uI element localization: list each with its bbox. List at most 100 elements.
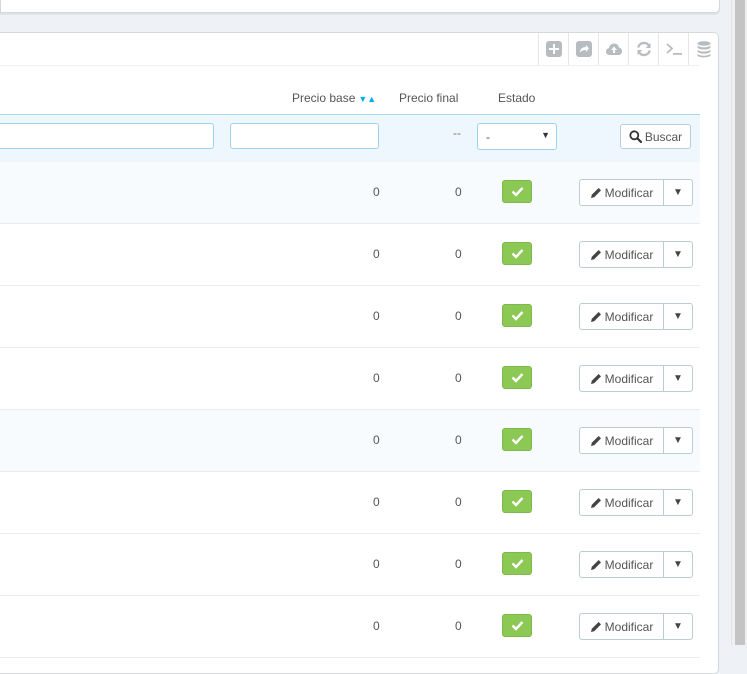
actions-dropdown-button[interactable]: ▼ (664, 428, 692, 453)
caret-down-icon: ▼ (673, 621, 683, 632)
table-header: Precio base ▼▲ Precio final Estado (0, 65, 700, 114)
table-row[interactable]: 0 0 Modificar ▼ (0, 162, 700, 224)
caret-down-icon: ▼ (673, 187, 683, 198)
cell-precio-base: 0 (373, 557, 380, 571)
check-icon (511, 311, 523, 321)
status-toggle[interactable] (502, 552, 532, 575)
filter-name-input[interactable] (0, 123, 214, 149)
pencil-icon (590, 559, 601, 570)
edit-button[interactable]: Modificar (580, 428, 664, 453)
edit-button[interactable]: Modificar (580, 490, 664, 515)
edit-button[interactable]: Modificar (580, 552, 664, 577)
edit-button[interactable]: Modificar (580, 242, 664, 267)
actions-dropdown-button[interactable]: ▼ (664, 490, 692, 515)
table-row[interactable]: 0 0 Modificar ▼ (0, 286, 700, 348)
edit-button-label: Modificar (604, 557, 654, 572)
check-icon (511, 497, 523, 507)
actions-dropdown-button[interactable]: ▼ (664, 180, 692, 205)
pencil-icon (590, 497, 601, 508)
add-icon (545, 41, 562, 57)
edit-button-label: Modificar (604, 371, 654, 386)
refresh-button[interactable] (628, 33, 658, 65)
pencil-icon (590, 249, 601, 260)
sql-query-button[interactable] (658, 33, 688, 65)
database-icon (697, 41, 710, 58)
row-actions: Modificar ▼ (579, 489, 693, 516)
products-panel: Precio base ▼▲ Precio final Estado -- - ▼… (0, 32, 719, 674)
cell-precio-final: 0 (455, 495, 462, 509)
edit-button[interactable]: Modificar (580, 304, 664, 329)
status-toggle[interactable] (502, 490, 532, 513)
table-row[interactable]: 0 0 Modificar ▼ (0, 224, 700, 286)
edit-button-label: Modificar (604, 185, 654, 200)
check-icon (511, 621, 523, 631)
cell-precio-final: 0 (455, 433, 462, 447)
cell-precio-final: 0 (455, 619, 462, 633)
page-scrollbar[interactable] (731, 0, 747, 645)
edit-button-label: Modificar (604, 309, 654, 324)
edit-button[interactable]: Modificar (580, 366, 664, 391)
check-icon (511, 249, 523, 259)
cell-precio-final: 0 (455, 557, 462, 571)
actions-dropdown-button[interactable]: ▼ (664, 242, 692, 267)
import-button[interactable] (598, 33, 628, 65)
status-toggle[interactable] (502, 304, 532, 327)
cell-precio-base: 0 (373, 371, 380, 385)
add-new-button[interactable] (538, 33, 568, 65)
caret-down-icon: ▼ (673, 311, 683, 322)
row-actions: Modificar ▼ (579, 241, 693, 268)
cell-precio-final: 0 (455, 371, 462, 385)
edit-button[interactable]: Modificar (580, 180, 664, 205)
status-toggle[interactable] (502, 366, 532, 389)
row-actions: Modificar ▼ (579, 613, 693, 640)
search-button[interactable]: Buscar (620, 124, 691, 149)
refresh-icon (636, 41, 651, 57)
cell-precio-base: 0 (373, 495, 380, 509)
filter-estado-select[interactable]: - ▼ (477, 123, 557, 150)
actions-dropdown-button[interactable]: ▼ (664, 304, 692, 329)
status-toggle[interactable] (502, 428, 532, 451)
check-icon (511, 559, 523, 569)
column-header-estado: Estado (498, 91, 536, 105)
status-toggle[interactable] (502, 242, 532, 265)
status-toggle[interactable] (502, 180, 532, 203)
edit-button-label: Modificar (604, 495, 654, 510)
edit-button[interactable]: Modificar (580, 614, 664, 639)
select-value: - (486, 130, 490, 144)
row-actions: Modificar ▼ (579, 365, 693, 392)
edit-button-label: Modificar (604, 247, 654, 262)
export-button[interactable] (568, 33, 598, 65)
status-toggle[interactable] (502, 614, 532, 637)
sql-manager-button[interactable] (688, 33, 718, 65)
cell-precio-base: 0 (373, 433, 380, 447)
table-row[interactable]: 0 0 Modificar ▼ (0, 596, 700, 658)
cell-precio-final: 0 (455, 247, 462, 261)
caret-down-icon: ▼ (673, 435, 683, 446)
check-icon (511, 373, 523, 383)
cell-precio-base: 0 (373, 247, 380, 261)
filter-precio-base-input[interactable] (230, 123, 379, 149)
column-label: Precio base (292, 91, 356, 105)
actions-dropdown-button[interactable]: ▼ (664, 366, 692, 391)
table-row[interactable]: 0 0 Modificar ▼ (0, 534, 700, 596)
sort-arrows-icon[interactable]: ▼▲ (358, 94, 376, 104)
check-icon (511, 187, 523, 197)
filter-precio-final-placeholder: -- (453, 126, 461, 140)
row-actions: Modificar ▼ (579, 427, 693, 454)
cell-precio-final: 0 (455, 309, 462, 323)
table-row[interactable]: 0 0 Modificar ▼ (0, 472, 700, 534)
caret-down-icon: ▼ (673, 497, 683, 508)
column-header-precio-final: Precio final (399, 91, 459, 105)
export-icon (575, 41, 592, 57)
search-icon (629, 130, 642, 143)
table-row[interactable]: 0 0 Modificar ▼ (0, 410, 700, 472)
edit-button-label: Modificar (604, 433, 654, 448)
table-row[interactable]: 0 0 Modificar ▼ (0, 348, 700, 410)
cell-precio-final: 0 (455, 185, 462, 199)
caret-down-icon: ▼ (673, 559, 683, 570)
actions-dropdown-button[interactable]: ▼ (664, 614, 692, 639)
pencil-icon (590, 187, 601, 198)
column-header-precio-base[interactable]: Precio base ▼▲ (292, 91, 376, 105)
actions-dropdown-button[interactable]: ▼ (664, 552, 692, 577)
scrollbar-thumb[interactable] (735, 0, 745, 645)
